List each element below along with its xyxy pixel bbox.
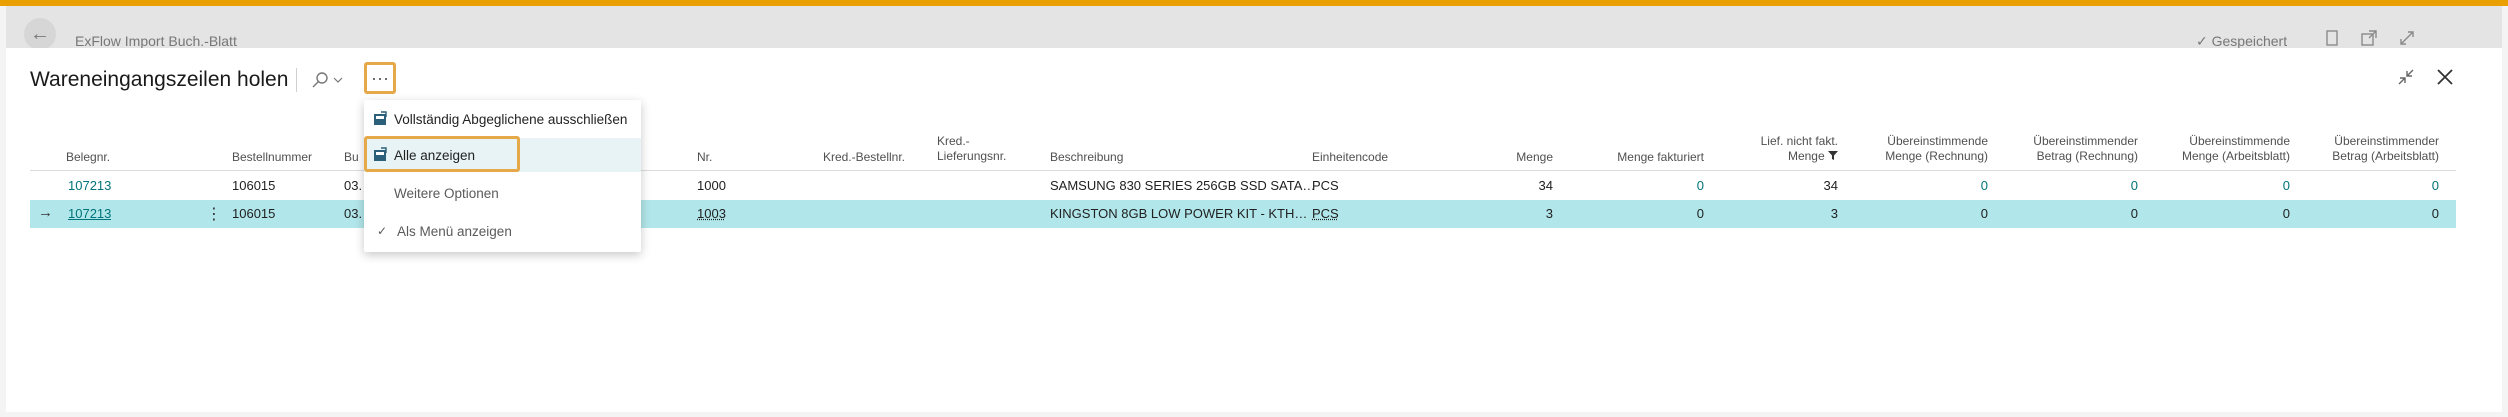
col-header-uebereinst-menge-arbeitsblatt[interactable]: Übereinstimmende Menge (Arbeitsblatt)	[2150, 134, 2290, 164]
search-button[interactable]	[311, 66, 351, 94]
collapse-icon[interactable]	[2396, 67, 2416, 87]
col-header-menge[interactable]: Menge	[1460, 150, 1553, 165]
cell-menge: 34	[1538, 178, 1553, 193]
dialog-title: Wareneingangszeilen holen	[30, 68, 289, 91]
cell-einheitencode: PCS	[1312, 178, 1339, 193]
cell-betrag-rechnung[interactable]: 0	[2010, 178, 2138, 193]
open-new-window-icon[interactable]	[2361, 30, 2377, 46]
cell-menge-arbeitsblatt[interactable]: 0	[2150, 178, 2290, 193]
chevron-down-icon	[333, 77, 343, 83]
expand-icon[interactable]	[2399, 30, 2415, 46]
cell-menge-rechnung[interactable]: 0	[1860, 178, 1988, 193]
more-options-menu: Vollständig Abgeglichene ausschließen Al…	[364, 100, 641, 252]
back-arrow-icon: ←	[30, 22, 50, 45]
cell-menge-rechnung[interactable]: 0	[1860, 206, 1988, 221]
action-icon	[374, 111, 387, 125]
cell-betrag-arbeitsblatt[interactable]: 0	[2300, 206, 2439, 221]
cell-menge-arbeitsblatt[interactable]: 0	[2150, 206, 2290, 221]
col-header-bestellnummer[interactable]: Bestellnummer	[232, 150, 312, 165]
col-header-einheitencode[interactable]: Einheitencode	[1312, 150, 1388, 165]
cell-bestellnummer: 106015	[232, 178, 276, 193]
background-toolbar-icons	[2325, 30, 2415, 46]
action-icon	[374, 147, 387, 161]
col-header-beschreibung[interactable]: Beschreibung	[1050, 150, 1123, 165]
col-header-uebereinst-betrag-arbeitsblatt[interactable]: Übereinstimmender Betrag (Arbeitsblatt)	[2300, 134, 2439, 164]
col-header-lief-nicht-fakt[interactable]: Lief. nicht fakt. Menge	[1720, 134, 1838, 164]
cell-einheitencode[interactable]: PCS	[1312, 206, 1339, 221]
menu-item-exclude-fully-matched[interactable]: Vollständig Abgeglichene ausschließen	[364, 102, 641, 136]
bookmark-icon[interactable]	[2325, 30, 2339, 46]
cell-nr[interactable]: 1003	[697, 206, 726, 221]
filter-icon	[1828, 151, 1838, 160]
col-header-kred-lieferungsnr[interactable]: Kred.- Lieferungsnr.	[937, 134, 1006, 164]
background-page-title: ExFlow Import Buch.-Blatt	[75, 33, 237, 49]
col-header-uebereinst-betrag-rechnung[interactable]: Übereinstimmender Betrag (Rechnung)	[2010, 134, 2138, 164]
title-separator	[296, 68, 297, 92]
col-header-uebereinst-menge-rechnung[interactable]: Übereinstimmende Menge (Rechnung)	[1860, 134, 1988, 164]
cell-menge-fakturiert[interactable]: 0	[1580, 206, 1704, 221]
col-header-bu[interactable]: Bu	[344, 150, 359, 165]
col-header-nr[interactable]: Nr.	[697, 150, 712, 165]
cell-beschreibung: SAMSUNG 830 SERIES 256GB SSD SATA…	[1050, 178, 1316, 193]
ellipsis-icon: ···	[371, 67, 389, 88]
menu-item-more-options[interactable]: Weitere Optionen	[364, 176, 641, 210]
back-button[interactable]: ←	[24, 18, 56, 50]
menu-item-show-all[interactable]: Alle anzeigen	[364, 136, 641, 172]
col-header-belegnr[interactable]: Belegnr.	[66, 150, 110, 165]
col-header-menge-fakturiert[interactable]: Menge fakturiert	[1580, 150, 1704, 165]
cell-betrag-rechnung[interactable]: 0	[2010, 206, 2138, 221]
cell-beschreibung: KINGSTON 8GB LOW POWER KIT - KTH…	[1050, 206, 1308, 221]
cell-belegnr[interactable]: 107213	[68, 178, 111, 193]
cell-nr: 1000	[697, 178, 726, 193]
search-icon	[312, 72, 328, 88]
row-actions-icon[interactable]: ⋮	[206, 204, 222, 224]
cell-lief-nicht-fakt: 3	[1830, 206, 1838, 221]
col-header-kred-bestellnr[interactable]: Kred.-Bestellnr.	[800, 150, 905, 165]
cell-menge-fakturiert[interactable]: 0	[1580, 178, 1704, 193]
dialog-window-controls	[2396, 66, 2456, 88]
cell-menge: 3	[1545, 206, 1553, 221]
checkmark-icon: ✓	[377, 224, 388, 238]
cell-lief-nicht-fakt: 34	[1823, 178, 1838, 193]
row-indicator-arrow-icon: →	[38, 204, 53, 221]
menu-item-show-as-menu[interactable]: ✓ Als Menü anzeigen	[364, 214, 641, 248]
cell-belegnr[interactable]: 107213	[68, 206, 111, 221]
cell-betrag-arbeitsblatt[interactable]: 0	[2300, 178, 2439, 193]
close-icon[interactable]	[2434, 66, 2456, 88]
more-options-button[interactable]: ···	[364, 62, 396, 94]
cell-bestellnummer: 106015	[232, 206, 276, 221]
